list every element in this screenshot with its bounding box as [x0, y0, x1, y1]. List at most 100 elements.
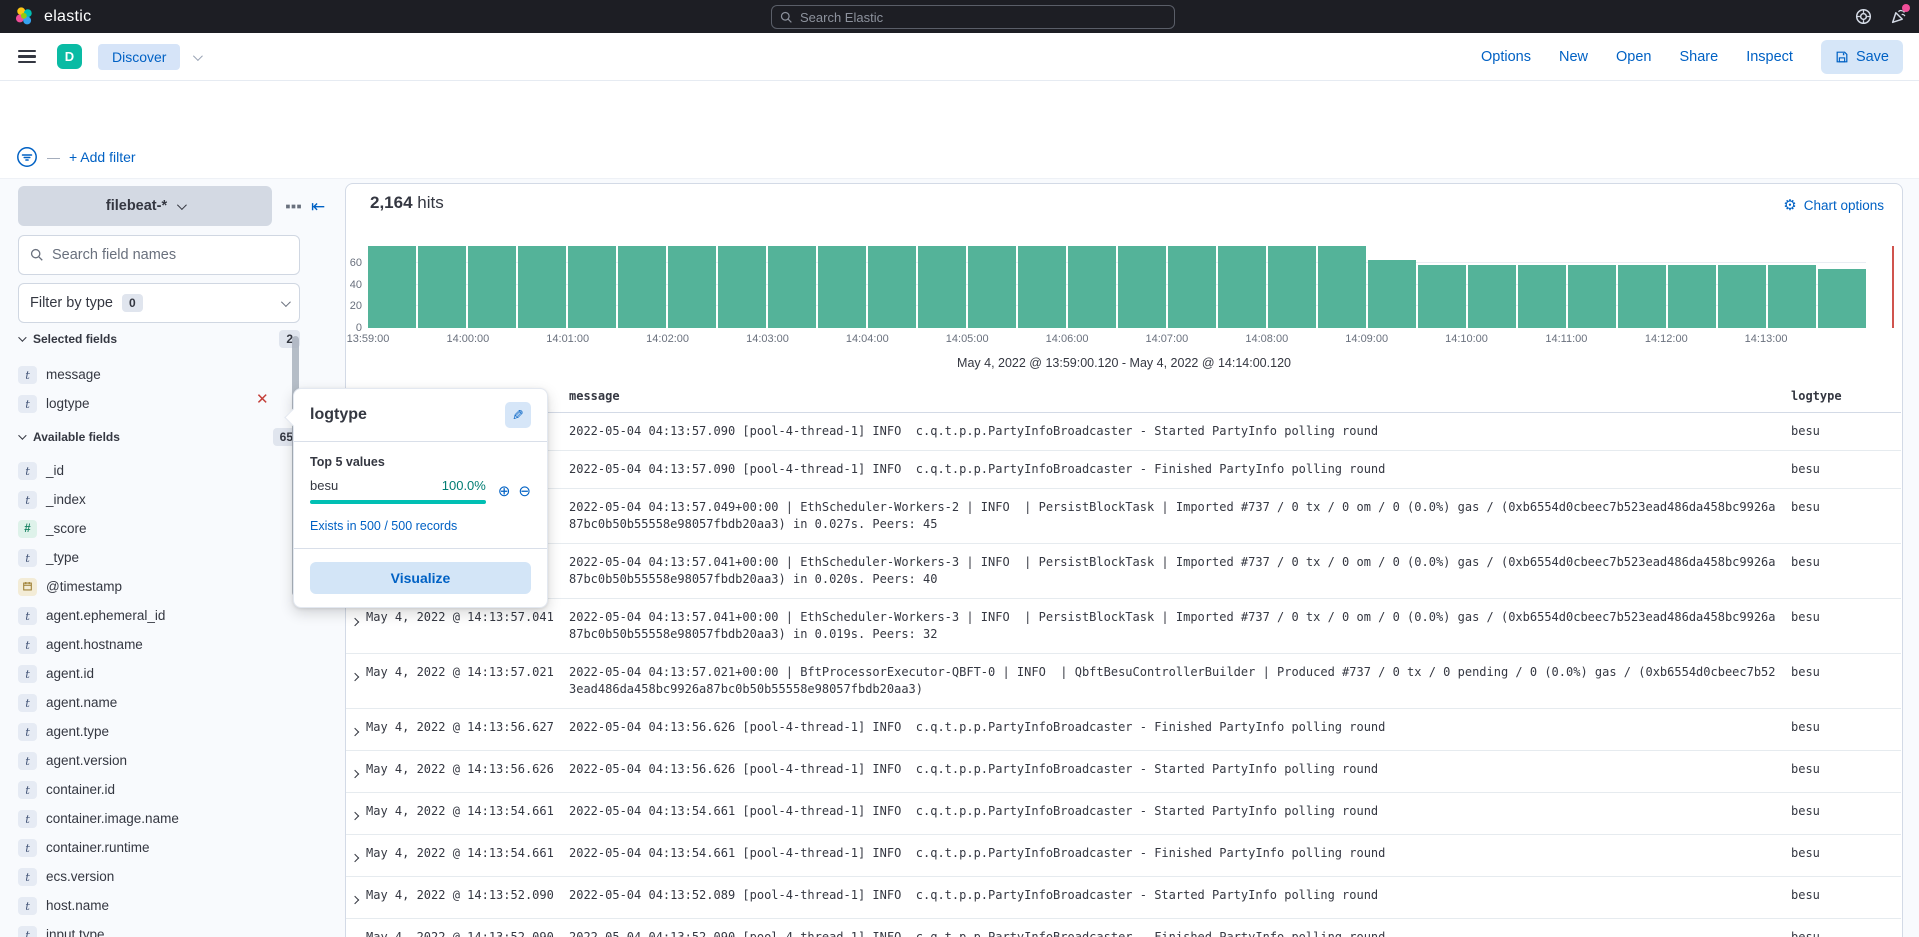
expand-row-button[interactable] — [350, 803, 366, 824]
field-item-agent.ephemeral_id[interactable]: tagent.ephemeral_id — [18, 601, 288, 630]
edit-field-button[interactable]: ✎ — [505, 402, 531, 428]
filter-for-value-icon[interactable]: ⊕ — [498, 482, 511, 500]
global-search-input[interactable]: Search Elastic — [771, 5, 1175, 29]
field-item-_index[interactable]: t_index — [18, 485, 288, 514]
histogram-bar[interactable] — [468, 246, 516, 328]
histogram-bar[interactable] — [568, 246, 616, 328]
histogram-bar[interactable] — [518, 246, 566, 328]
field-item-logtype[interactable]: tlogtype — [18, 389, 288, 418]
news-feed-icon[interactable] — [1890, 8, 1907, 25]
add-filter-button[interactable]: + Add filter — [69, 149, 136, 165]
field-item-_id[interactable]: t_id — [18, 456, 288, 485]
field-item-agent.id[interactable]: tagent.id — [18, 659, 288, 688]
exists-in-records-link[interactable]: Exists in 500 / 500 records — [310, 519, 531, 533]
histogram-bar[interactable] — [868, 246, 916, 328]
expand-row-button[interactable] — [350, 929, 366, 937]
remove-field-button[interactable]: ✕ — [256, 390, 269, 408]
histogram-bar[interactable] — [618, 246, 666, 328]
new-button[interactable]: New — [1559, 49, 1588, 65]
table-row[interactable]: May 4, 2022 @ 14:13:57.0212022-05-04 04:… — [346, 654, 1901, 709]
help-icon[interactable] — [1855, 8, 1872, 25]
filter-menu-icon[interactable] — [16, 146, 38, 168]
menu-icon[interactable] — [18, 50, 36, 64]
histogram-bar[interactable] — [1768, 265, 1816, 328]
filter-by-type-select[interactable]: Filter by type 0 — [18, 283, 300, 323]
histogram-bar[interactable] — [1218, 246, 1266, 328]
expand-row-button[interactable] — [350, 609, 366, 630]
table-row[interactable]: May 4, 2022 @ 14:13:56.6272022-05-04 04:… — [346, 709, 1901, 751]
field-item-container.id[interactable]: tcontainer.id — [18, 775, 288, 804]
table-row[interactable]: May 4, 2022 @ 14:13:54.6612022-05-04 04:… — [346, 835, 1901, 877]
field-item-ecs.version[interactable]: tecs.version — [18, 862, 288, 891]
histogram-bar[interactable] — [1268, 246, 1316, 328]
histogram-bar[interactable] — [1068, 246, 1116, 328]
histogram-bar[interactable] — [1118, 246, 1166, 328]
histogram-bar[interactable] — [1318, 246, 1366, 328]
field-item-agent.version[interactable]: tagent.version — [18, 746, 288, 775]
open-button[interactable]: Open — [1616, 49, 1651, 65]
table-row[interactable]: May 4, 2022 @ 14:13:57.0412022-05-04 04:… — [346, 599, 1901, 654]
save-button[interactable]: Save — [1821, 40, 1903, 74]
chart-options-button[interactable]: ⚙ Chart options — [1783, 196, 1884, 214]
breadcrumb[interactable]: Discover — [98, 44, 180, 70]
table-row[interactable]: 2022-05-04 04:13:57.090 [pool-4-thread-1… — [346, 451, 1901, 489]
table-row[interactable]: May 4, 2022 @ 14:13:54.6612022-05-04 04:… — [346, 793, 1901, 835]
histogram-bar[interactable] — [368, 246, 416, 328]
logtype-column-header[interactable]: logtype — [1791, 388, 1901, 405]
histogram-bar[interactable] — [1468, 265, 1516, 328]
histogram-bar[interactable] — [1668, 265, 1716, 328]
field-item-message[interactable]: tmessage — [18, 360, 288, 389]
message-column-header[interactable]: message — [569, 388, 1791, 405]
histogram-bar[interactable] — [768, 246, 816, 328]
table-row[interactable]: 2022-05-04 04:13:57.049+00:00 | EthSched… — [346, 489, 1901, 544]
expand-row-button[interactable] — [350, 761, 366, 782]
table-row[interactable]: 2022-05-04 04:13:57.041+00:00 | EthSched… — [346, 544, 1901, 599]
expand-row-button[interactable] — [350, 719, 366, 740]
field-item-host.name[interactable]: thost.name — [18, 891, 288, 920]
histogram-bar[interactable] — [818, 246, 866, 328]
histogram-bar[interactable] — [1418, 265, 1466, 328]
options-button[interactable]: Options — [1481, 49, 1531, 65]
histogram-bar[interactable] — [1818, 269, 1866, 328]
field-search-input[interactable]: Search field names — [18, 235, 300, 275]
histogram-bar[interactable] — [418, 246, 466, 328]
filter-out-value-icon[interactable]: ⊖ — [518, 482, 531, 500]
inspect-button[interactable]: Inspect — [1746, 49, 1793, 65]
histogram-bar[interactable] — [1718, 265, 1766, 328]
expand-row-button[interactable] — [350, 845, 366, 866]
field-item-container.image.name[interactable]: tcontainer.image.name — [18, 804, 288, 833]
visualize-button[interactable]: Visualize — [310, 562, 531, 594]
histogram-bar[interactable] — [968, 246, 1016, 328]
index-pattern-switcher[interactable]: filebeat-* — [18, 186, 272, 226]
expand-row-button[interactable] — [350, 887, 366, 908]
share-button[interactable]: Share — [1679, 49, 1718, 65]
table-row[interactable]: 2022-05-04 04:13:57.090 [pool-4-thread-1… — [346, 413, 1901, 451]
field-settings-icon[interactable] — [286, 200, 301, 213]
field-item-@timestamp[interactable]: @timestamp — [18, 572, 288, 601]
histogram-bar[interactable] — [718, 246, 766, 328]
field-item-agent.hostname[interactable]: tagent.hostname — [18, 630, 288, 659]
histogram-bar[interactable] — [1518, 265, 1566, 328]
histogram-bar[interactable] — [1018, 246, 1066, 328]
histogram-bar[interactable] — [1168, 246, 1216, 328]
field-item-container.runtime[interactable]: tcontainer.runtime — [18, 833, 288, 862]
histogram-bar[interactable] — [1618, 265, 1666, 328]
selected-fields-header[interactable]: Selected fields 2 — [18, 330, 300, 348]
histogram-bar[interactable] — [1368, 260, 1416, 328]
field-item-agent.name[interactable]: tagent.name — [18, 688, 288, 717]
app-badge[interactable]: D — [57, 44, 82, 69]
table-row[interactable]: May 4, 2022 @ 14:13:56.6262022-05-04 04:… — [346, 751, 1901, 793]
available-fields-header[interactable]: Available fields 65 — [18, 428, 300, 446]
collapse-sidebar-icon[interactable]: ⇤ — [311, 198, 325, 215]
histogram-bar[interactable] — [918, 246, 966, 328]
expand-row-button[interactable] — [350, 664, 366, 685]
field-item-_score[interactable]: #_score — [18, 514, 288, 543]
field-item-_type[interactable]: t_type — [18, 543, 288, 572]
elastic-logo[interactable] — [14, 6, 35, 27]
histogram-bar[interactable] — [668, 246, 716, 328]
table-row[interactable]: May 4, 2022 @ 14:13:52.0902022-05-04 04:… — [346, 919, 1901, 937]
table-row[interactable]: May 4, 2022 @ 14:13:52.0902022-05-04 04:… — [346, 877, 1901, 919]
field-item-input.type[interactable]: tinput.type — [18, 920, 288, 937]
chevron-down-icon[interactable] — [193, 48, 200, 66]
field-item-agent.type[interactable]: tagent.type — [18, 717, 288, 746]
